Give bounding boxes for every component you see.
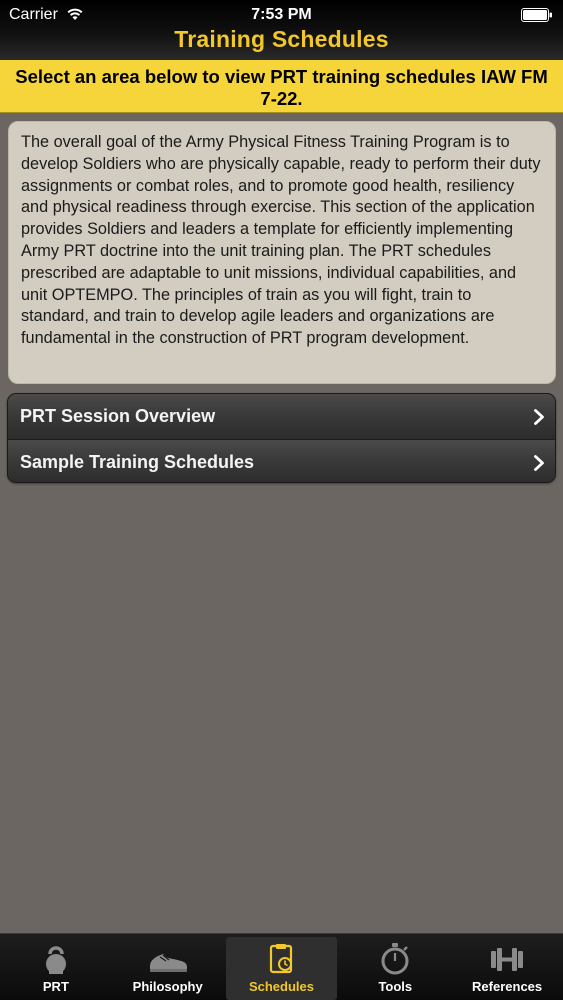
running-shoe-icon: [149, 954, 187, 972]
tab-schedules[interactable]: Schedules: [225, 937, 338, 1000]
menu-item-label: Sample Training Schedules: [20, 452, 255, 472]
battery-icon: [521, 8, 552, 22]
clipboard-clock-icon: [270, 944, 293, 974]
kettlebell-icon: [45, 946, 66, 974]
tab-tools[interactable]: Tools: [339, 934, 451, 1000]
chevron-right-icon: [534, 455, 544, 471]
page-title: Training Schedules: [174, 26, 389, 52]
instruction-banner: Select an area below to view PRT trainin…: [0, 60, 563, 113]
tab-label: References: [472, 979, 543, 994]
tab-references[interactable]: References: [451, 934, 563, 1000]
chevron-right-icon: [534, 409, 544, 425]
tab-label: Philosophy: [132, 979, 203, 994]
stopwatch-icon: [381, 943, 409, 975]
status-time: 7:53 PM: [251, 6, 312, 23]
schedule-menu: PRT Session Overview Sample Training Sch…: [7, 393, 556, 483]
status-bar: Carrier 7:53 PM: [0, 0, 563, 28]
menu-item-label: PRT Session Overview: [20, 406, 216, 426]
menu-item-prt-session-overview[interactable]: PRT Session Overview: [8, 394, 555, 439]
dumbbell-icon: [491, 948, 524, 971]
intro-paragraph: The overall goal of the Army Physical Fi…: [21, 133, 541, 348]
tab-bar: PRT Philosophy Schedules Tools Reference…: [0, 933, 563, 1000]
tab-label: Schedules: [248, 979, 314, 994]
tab-philosophy[interactable]: Philosophy: [112, 934, 224, 1000]
intro-text-card: The overall goal of the Army Physical Fi…: [8, 121, 556, 384]
tab-prt[interactable]: PRT: [0, 934, 112, 1000]
navigation-bar: Carrier 7:53 PM Training Schedules: [0, 0, 563, 60]
tab-label: PRT: [42, 979, 69, 994]
menu-item-sample-training-schedules[interactable]: Sample Training Schedules: [8, 439, 555, 482]
tab-label: Tools: [378, 979, 413, 994]
